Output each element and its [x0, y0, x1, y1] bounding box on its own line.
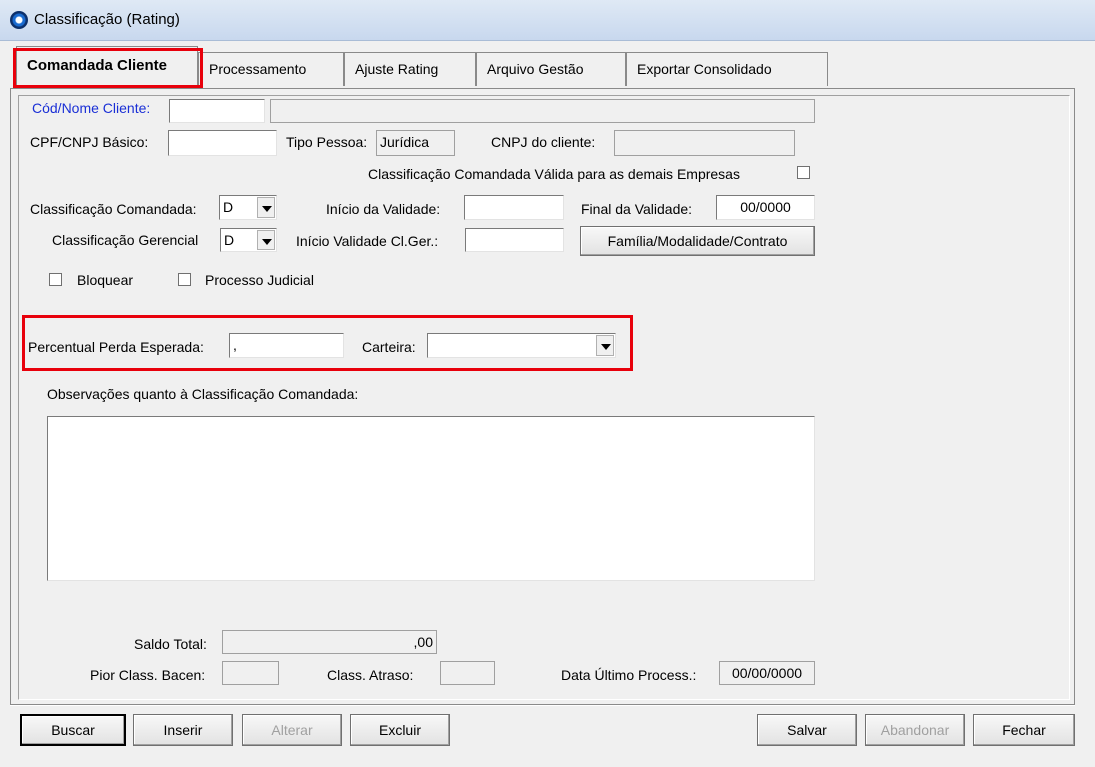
carteira-select[interactable]	[427, 333, 616, 358]
pior-class-label: Pior Class. Bacen:	[90, 667, 206, 683]
final-validade-input[interactable]: 00/0000	[716, 195, 815, 220]
salvar-button[interactable]: Salvar	[757, 714, 857, 746]
percentual-input[interactable]: ,	[229, 333, 344, 358]
classif-gerencial-label: Classificação Gerencial	[52, 232, 199, 248]
tab-processamento[interactable]: Processamento	[198, 52, 344, 86]
app-logo-icon	[10, 11, 28, 29]
tab-arquivo-gestao[interactable]: Arquivo Gestão	[476, 52, 626, 86]
inserir-button[interactable]: Inserir	[133, 714, 233, 746]
tab-ajuste-rating[interactable]: Ajuste Rating	[344, 52, 476, 86]
tab-exportar-consolidado[interactable]: Exportar Consolidado	[626, 52, 828, 86]
bloquear-label: Bloquear	[77, 272, 134, 288]
processo-judicial-checkbox[interactable]	[178, 273, 191, 286]
cpf-cnpj-label: CPF/CNPJ Básico:	[30, 134, 149, 150]
divider	[10, 705, 1075, 706]
fechar-button[interactable]: Fechar	[973, 714, 1075, 746]
observacoes-label: Observações quanto à Classificação Coman…	[47, 386, 359, 402]
processo-judicial-label: Processo Judicial	[205, 272, 314, 288]
nome-cliente-field	[270, 99, 815, 123]
bloquear-checkbox[interactable]	[49, 273, 62, 286]
title-bar: Classificação (Rating)	[0, 0, 1095, 41]
classif-gerencial-select[interactable]: D	[220, 228, 277, 252]
classif-comandada-value: D	[223, 199, 234, 215]
chevron-down-icon[interactable]	[257, 197, 275, 218]
tipo-pessoa-field: Jurídica	[376, 130, 455, 156]
cnpj-cliente-field	[614, 130, 795, 156]
data-ultimo-label: Data Último Process.:	[561, 667, 697, 683]
data-ultimo-field: 00/00/0000	[719, 661, 815, 685]
percentual-label: Percentual Perda Esperada:	[28, 339, 204, 355]
chevron-down-icon[interactable]	[596, 335, 614, 356]
cod-nome-cliente-label[interactable]: Cód/Nome Cliente:	[32, 100, 150, 116]
saldo-total-field: ,00	[222, 630, 437, 654]
class-atraso-field	[440, 661, 495, 685]
observacoes-textarea[interactable]	[47, 416, 815, 581]
classif-valida-label: Classificação Comandada Válida para as d…	[368, 166, 740, 182]
classif-valida-checkbox[interactable]	[797, 166, 810, 179]
final-validade-label: Final da Validade:	[581, 201, 693, 217]
buscar-button[interactable]: Buscar	[20, 714, 126, 746]
saldo-total-label: Saldo Total:	[134, 636, 207, 652]
cpf-cnpj-input[interactable]	[168, 130, 277, 156]
excluir-button[interactable]: Excluir	[350, 714, 450, 746]
classif-gerencial-value: D	[224, 232, 235, 248]
inicio-validade-input[interactable]	[464, 195, 564, 220]
inicio-validade-clger-input[interactable]	[465, 228, 564, 252]
pior-class-field	[222, 661, 279, 685]
tab-comandada-cliente[interactable]: Comandada Cliente	[16, 46, 198, 88]
cod-cliente-input[interactable]	[169, 99, 265, 123]
chevron-down-icon[interactable]	[257, 230, 275, 250]
carteira-label: Carteira:	[362, 339, 416, 355]
inicio-validade-clger-label: Início Validade Cl.Ger.:	[296, 233, 439, 249]
alterar-button[interactable]: Alterar	[242, 714, 342, 746]
abandonar-button[interactable]: Abandonar	[865, 714, 965, 746]
classif-comandada-select[interactable]: D	[219, 195, 277, 220]
tipo-pessoa-label: Tipo Pessoa:	[286, 134, 368, 150]
cnpj-cliente-label: CNPJ do cliente:	[491, 134, 596, 150]
familia-modalidade-contrato-button[interactable]: Família/Modalidade/Contrato	[580, 226, 815, 256]
inicio-validade-label: Início da Validade:	[326, 201, 441, 217]
window-title: Classificação (Rating)	[34, 11, 180, 28]
class-atraso-label: Class. Atraso:	[327, 667, 414, 683]
classif-comandada-label: Classificação Comandada:	[30, 201, 197, 217]
